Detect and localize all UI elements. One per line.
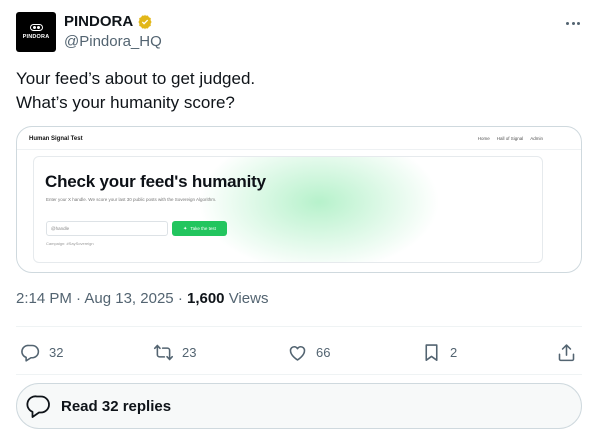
tweet-text: Your feed’s about to get judged. What’s …	[16, 67, 576, 115]
reply-button[interactable]: 32	[20, 340, 63, 364]
author-name-row: PINDORA	[64, 13, 153, 30]
bookmark-count: 2	[450, 344, 458, 360]
avatar-text: PINDORA	[22, 34, 50, 40]
tweet-date[interactable]: Aug 13, 2025	[84, 290, 173, 307]
meta-separator: ·	[76, 290, 82, 307]
repost-icon	[153, 344, 174, 360]
card-take-test-button: ✦ Take the test	[172, 221, 227, 236]
card-divider	[17, 149, 581, 150]
card-site-title: Human Signal Test	[29, 136, 83, 142]
views-label: Views	[228, 290, 269, 307]
bookmark-button[interactable]: 2	[421, 340, 457, 364]
tweet-actions: 32 23 66 2	[16, 340, 582, 364]
bookmark-icon	[425, 343, 438, 361]
pindora-logo-icon	[29, 24, 43, 31]
tweet-text-line-1: Your feed’s about to get judged.	[16, 69, 256, 88]
card-headline: Check your feed's humanity	[45, 172, 266, 191]
meta-separator: ·	[177, 290, 183, 307]
link-preview-card[interactable]: Human Signal Test Home Hall of Signal Ad…	[16, 126, 582, 273]
share-icon	[558, 343, 575, 361]
share-button[interactable]	[556, 340, 577, 364]
card-handle-input: @handle	[46, 221, 168, 236]
card-nav-home: Home	[477, 136, 490, 141]
views-count: 1,600	[186, 290, 225, 307]
verified-badge-icon[interactable]	[137, 14, 153, 30]
like-button[interactable]: 66	[287, 340, 330, 364]
tweet-meta: 2:14 PM · Aug 13, 2025 · 1,600 Views	[16, 290, 268, 307]
heart-icon	[289, 345, 306, 361]
card-button-label: Take the test	[190, 226, 216, 231]
card-nav-hall-of-signal: Hall of Signal	[496, 136, 524, 141]
divider	[16, 374, 582, 375]
card-hero-panel: Check your feed's humanity Enter your X …	[33, 156, 543, 263]
avatar[interactable]: PINDORA	[16, 12, 56, 52]
read-replies-button[interactable]: Read 32 replies	[16, 383, 582, 429]
card-nav-admin: Admin	[530, 136, 543, 141]
more-options-icon[interactable]	[564, 14, 582, 32]
card-campaign: Campaign: #SaySovereign	[46, 241, 94, 246]
repost-count: 23	[182, 344, 197, 360]
divider	[16, 326, 582, 327]
reply-icon	[21, 344, 40, 362]
tweet-time[interactable]: 2:14 PM	[16, 290, 72, 307]
chat-bubble-icon	[26, 395, 50, 418]
leaf-icon: ✦	[183, 225, 188, 232]
read-replies-label: Read 32 replies	[61, 397, 172, 415]
card-nav-links: Home Hall of Signal Admin	[478, 136, 543, 141]
author-handle[interactable]: @Pindora_HQ	[64, 33, 162, 50]
reply-count: 32	[49, 344, 64, 360]
like-count: 66	[316, 344, 331, 360]
repost-button[interactable]: 23	[153, 340, 196, 364]
tweet-text-line-2: What’s your humanity score?	[16, 93, 235, 112]
display-name[interactable]: PINDORA	[64, 13, 133, 30]
card-description: Enter your X handle. We score your last …	[46, 197, 217, 202]
